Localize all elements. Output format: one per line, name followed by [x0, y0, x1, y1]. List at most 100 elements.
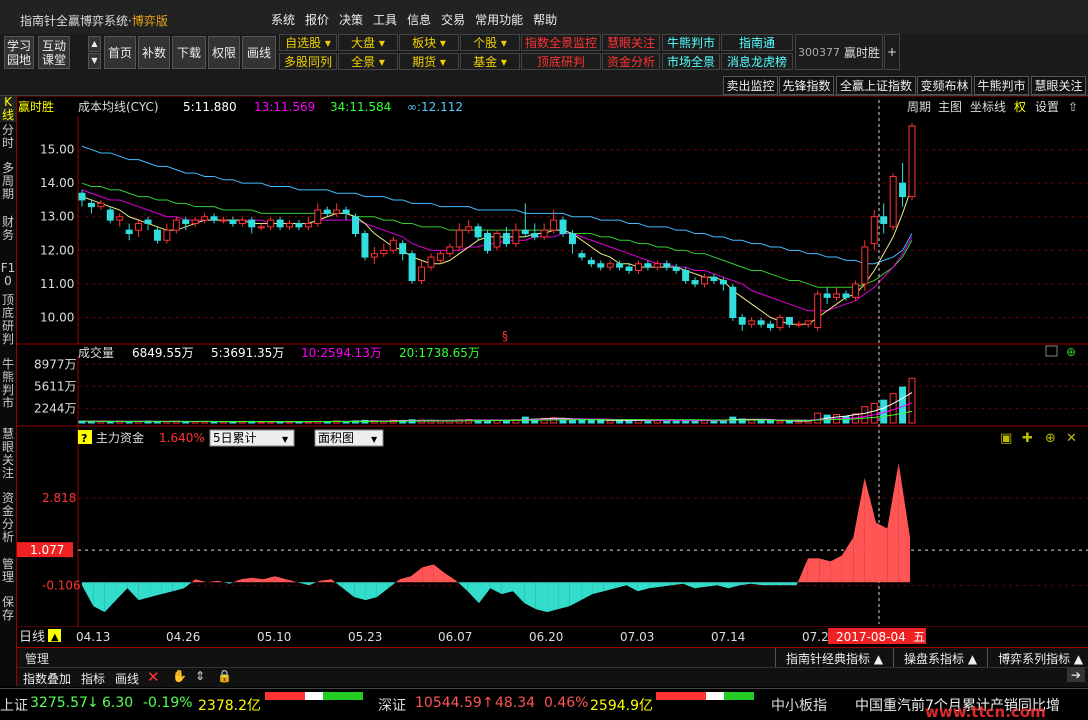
- flow-area-segment: [501, 582, 514, 595]
- indicator-tool-2[interactable]: 画线: [115, 670, 139, 687]
- quick-button-r2-2[interactable]: 期货 ▾: [399, 53, 459, 70]
- candle-body: [135, 222, 143, 231]
- stock-info-box[interactable]: 300377 赢时胜: [795, 34, 883, 70]
- menu-item-2[interactable]: 决策: [334, 11, 368, 29]
- quick-button-r2-0[interactable]: 多股同列: [279, 53, 337, 70]
- toolbar-button-1[interactable]: 互动课堂: [38, 36, 70, 69]
- chart-tool-5[interactable]: ⇧: [1068, 100, 1078, 114]
- period-label[interactable]: 日线: [19, 630, 45, 645]
- toolbar-button-0[interactable]: 学习园地: [4, 36, 34, 69]
- volume-bar: [757, 420, 765, 424]
- menu-item-0[interactable]: 系统: [266, 11, 300, 29]
- candle-body: [908, 125, 916, 198]
- volume-bar: [889, 393, 897, 424]
- quick-button-r1-1[interactable]: 大盘 ▾: [338, 34, 398, 51]
- candle-body: [465, 226, 473, 231]
- chart-tool-3[interactable]: 权: [1014, 100, 1026, 114]
- panel-zoom-icon[interactable]: ⊕: [1045, 431, 1056, 446]
- quick-button-r2-5[interactable]: 资金分析: [602, 53, 660, 70]
- volume-bar: [568, 419, 576, 424]
- toolbar-button-5[interactable]: 权限: [208, 36, 240, 69]
- flow-area-segment: [335, 582, 343, 589]
- flow-area-segment: [240, 577, 253, 583]
- chart-type-select[interactable]: 面积图 ▼: [314, 429, 384, 447]
- candle-body: [106, 209, 114, 221]
- tab-3[interactable]: 变频布林: [917, 76, 972, 95]
- chart-tool-2[interactable]: 坐标线: [970, 100, 1006, 114]
- candle-body: [408, 253, 416, 282]
- close-icon[interactable]: ✕: [147, 668, 160, 686]
- indicator-tool-1[interactable]: 指标: [81, 670, 105, 687]
- indicator-series-tab-0[interactable]: 指南针经典指标 ▲: [775, 648, 893, 667]
- menu-item-4[interactable]: 信息: [402, 11, 436, 29]
- tab-1[interactable]: 先锋指数: [779, 76, 834, 95]
- candle-body: [776, 316, 784, 329]
- chart-tool-1[interactable]: 主图: [938, 100, 962, 114]
- scroll-down-arrow[interactable]: ▼: [88, 53, 101, 69]
- quick-button-r2-6[interactable]: 市场全景: [662, 53, 720, 70]
- quick-button-r1-7[interactable]: 指南通: [721, 34, 793, 51]
- quick-button-r2-7[interactable]: 消息龙虎榜: [721, 53, 793, 70]
- quick-button-r2-4[interactable]: 顶底研判: [521, 53, 601, 70]
- menu-item-3[interactable]: 工具: [368, 11, 402, 29]
- tab-0[interactable]: 卖出监控: [723, 76, 778, 95]
- candle-body: [455, 229, 463, 248]
- quick-button-r1-5[interactable]: 慧眼关注: [602, 34, 660, 51]
- quick-button-r2-3[interactable]: 基金 ▾: [460, 53, 520, 70]
- volume-zoom-icon[interactable]: ⊕: [1066, 345, 1076, 359]
- warning-icon-glyph: ▲: [51, 632, 59, 643]
- candle-body: [125, 229, 133, 235]
- menu-item-1[interactable]: 报价: [300, 11, 334, 29]
- menu-item-7[interactable]: 帮助: [528, 11, 562, 29]
- volume-minimize-icon[interactable]: [1045, 345, 1058, 357]
- quick-button-r1-0[interactable]: 自选股 ▾: [279, 34, 337, 51]
- candle-body: [550, 219, 558, 231]
- scroll-up-arrow[interactable]: ▲: [88, 36, 101, 52]
- quick-button-r1-6[interactable]: 牛熊判市: [662, 34, 720, 51]
- tab-2[interactable]: 全赢上证指数: [836, 76, 916, 95]
- toolbar-button-2[interactable]: 首页: [104, 36, 136, 69]
- indicator-tool-0[interactable]: 指数叠加: [23, 670, 71, 687]
- quick-button-r1-3[interactable]: 个股 ▾: [460, 34, 520, 51]
- candle-body: [172, 219, 180, 231]
- chart-area[interactable]: 赢时胜 成本均线(CYC) 5:11.880 13:11.569 34:11.584 ∞:…: [0, 96, 1088, 648]
- candle-body: [634, 263, 642, 271]
- chart-tool-0[interactable]: 周期: [907, 100, 931, 114]
- panel-close-icon[interactable]: ✕: [1066, 431, 1077, 446]
- indicator-tools: 指数叠加 指标 画线: [23, 670, 139, 687]
- indicator-series-tab-1[interactable]: 操盘系指标 ▲: [893, 648, 987, 667]
- add-stock-button[interactable]: +: [884, 34, 900, 70]
- candle-body: [352, 216, 360, 235]
- flow-area-segment: [637, 582, 650, 592]
- lock-icon[interactable]: 🔒: [217, 669, 232, 683]
- indicator-tool-bar: 指数叠加 指标 画线 ✕ ✋ ⇕ 🔒 ➔: [17, 667, 1088, 687]
- quick-button-r1-2[interactable]: 板块 ▾: [399, 34, 459, 51]
- indicator-series-tab-2[interactable]: 博弈系列指标 ▲: [987, 648, 1088, 667]
- scroll-right-button[interactable]: ➔: [1067, 668, 1085, 682]
- toolbar-button-6[interactable]: 画线: [242, 36, 276, 69]
- tab-4[interactable]: 牛熊判市: [974, 76, 1029, 95]
- menu-item-5[interactable]: 交易: [436, 11, 470, 29]
- candle-body: [540, 229, 548, 238]
- period-select[interactable]: 5日累计 ▼: [209, 429, 295, 447]
- toolbar-button-4[interactable]: 下载: [172, 36, 206, 69]
- flow-area-segment: [233, 579, 241, 583]
- candle-body: [267, 219, 275, 228]
- toolbar-button-3[interactable]: 补数: [138, 36, 170, 69]
- volume-ma10: 10:2594.13万: [301, 346, 382, 360]
- manage-tab[interactable]: 管理: [25, 650, 49, 667]
- panel-minimize-icon[interactable]: ▣: [1000, 431, 1012, 446]
- flow-area-segment: [354, 582, 366, 601]
- tab-5[interactable]: 慧眼关注: [1031, 76, 1086, 95]
- flow-area-segment: [853, 477, 865, 583]
- candle-body: [484, 233, 492, 251]
- flow-area-segment: [331, 579, 336, 583]
- panel-pin-icon[interactable]: ✚: [1022, 431, 1033, 446]
- menu-item-6[interactable]: 常用功能: [470, 11, 528, 29]
- chart-tool-4[interactable]: 设置: [1035, 100, 1059, 114]
- quick-button-r2-1[interactable]: 全景 ▾: [338, 53, 398, 70]
- mainf-label: ∞:12.112: [407, 100, 463, 114]
- hand-icon[interactable]: ✋: [172, 669, 187, 683]
- move-icon[interactable]: ⇕: [195, 669, 205, 683]
- quick-button-r1-4[interactable]: 指数全景监控: [521, 34, 601, 51]
